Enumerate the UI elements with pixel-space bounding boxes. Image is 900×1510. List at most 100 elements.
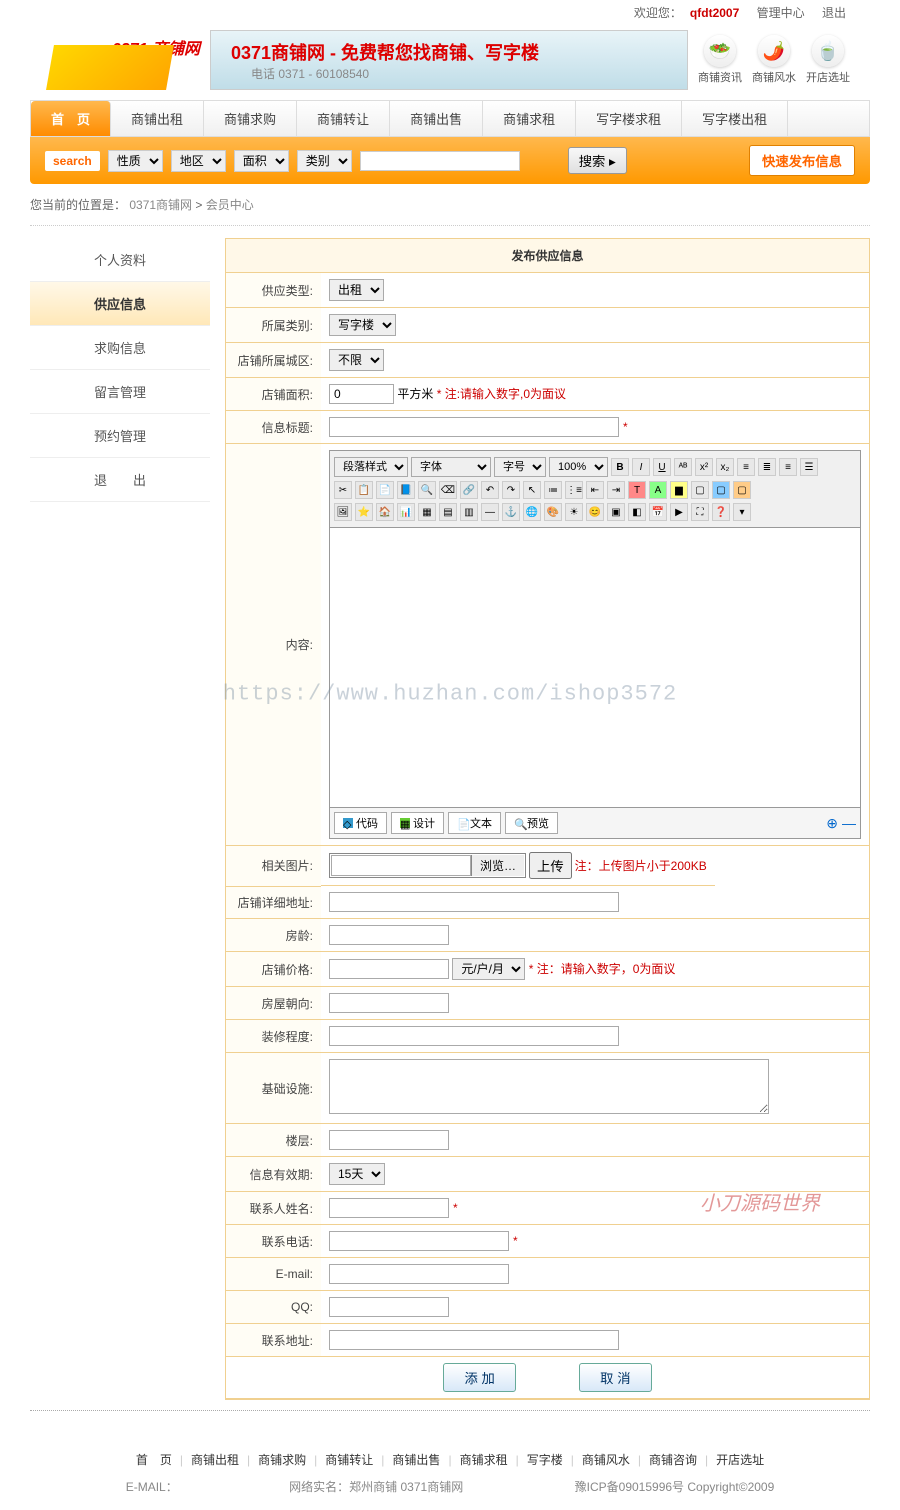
sidebar-item-4[interactable]: 预约管理 (30, 414, 210, 458)
redo-icon[interactable]: ↷ (502, 481, 520, 499)
ins-icon[interactable]: ▣ (607, 503, 625, 521)
nav-item-4[interactable]: 商铺出售 (390, 101, 483, 136)
table-icon[interactable]: ▦ (418, 503, 436, 521)
city-select[interactable]: 不限 (329, 349, 384, 371)
logout-link[interactable]: 退出 (822, 6, 846, 20)
ins2-icon[interactable]: ◧ (628, 503, 646, 521)
price-unit-select[interactable]: 元/户/月 (452, 958, 525, 980)
tab-design[interactable]: ▦设计 (391, 812, 444, 834)
tab-code[interactable]: ◇代码 (334, 812, 387, 834)
search-nature[interactable]: 性质 (108, 150, 163, 172)
ol-icon[interactable]: ≔ (544, 481, 562, 499)
header-icon-2[interactable]: 🍵开店选址 (806, 35, 850, 85)
table2-icon[interactable]: ▤ (439, 503, 457, 521)
nav-item-0[interactable]: 首 页 (31, 101, 111, 136)
footer-link-9[interactable]: 开店选址 (716, 1453, 764, 1467)
footer-link-0[interactable]: 首 页 (136, 1453, 172, 1467)
sidebar-item-3[interactable]: 留言管理 (30, 370, 210, 414)
nav-item-3[interactable]: 商铺转让 (297, 101, 390, 136)
search-input[interactable] (360, 151, 520, 171)
collapse-icon[interactable]: — (842, 815, 856, 832)
direction-input[interactable] (329, 993, 449, 1013)
strike-icon[interactable]: ᴬᴮ (674, 458, 692, 476)
outdent-icon[interactable]: ⇤ (586, 481, 604, 499)
align-right-icon[interactable]: ≡ (779, 458, 797, 476)
editor-textarea[interactable] (329, 528, 861, 808)
paste-word-icon[interactable]: 📘 (397, 481, 415, 499)
footer-link-8[interactable]: 商铺咨询 (649, 1453, 697, 1467)
valid-select[interactable]: 15天 (329, 1163, 385, 1185)
fav-icon[interactable]: ⭐ (355, 503, 373, 521)
sun-icon[interactable]: ☀ (565, 503, 583, 521)
nav-item-5[interactable]: 商铺求租 (483, 101, 576, 136)
search-button[interactable]: 搜索 ▸ (568, 147, 627, 174)
link-icon[interactable]: 🔗 (460, 481, 478, 499)
super-icon[interactable]: x² (695, 458, 713, 476)
search-area[interactable]: 面积 (234, 150, 289, 172)
header-icon-0[interactable]: 🥗商铺资讯 (698, 35, 742, 85)
sidebar-item-2[interactable]: 求购信息 (30, 326, 210, 370)
cut-icon[interactable]: ✂ (334, 481, 352, 499)
italic-icon[interactable]: I (632, 458, 650, 476)
chart-icon[interactable]: 📊 (397, 503, 415, 521)
category-select[interactable]: 写字楼 (329, 314, 396, 336)
nav-item-6[interactable]: 写字楼求租 (576, 101, 682, 136)
para-style-select[interactable]: 段落样式 (334, 457, 408, 477)
admin-link[interactable]: 管理中心 (757, 6, 805, 20)
header-icon-1[interactable]: 🌶️商铺风水 (752, 35, 796, 85)
footer-link-1[interactable]: 商铺出租 (191, 1453, 239, 1467)
media-icon[interactable]: ▶ (670, 503, 688, 521)
footer-link-3[interactable]: 商铺转让 (325, 1453, 373, 1467)
fontsize-select[interactable]: 字号 (494, 457, 546, 477)
age-input[interactable] (329, 925, 449, 945)
footer-link-6[interactable]: 写字楼 (527, 1453, 563, 1467)
name-input[interactable] (329, 1198, 449, 1218)
sub-icon[interactable]: x₂ (716, 458, 734, 476)
copy-icon[interactable]: 📋 (355, 481, 373, 499)
box3-icon[interactable]: ▢ (733, 481, 751, 499)
floor-input[interactable] (329, 1130, 449, 1150)
full-icon[interactable]: ⛶ (691, 503, 709, 521)
highlight-icon[interactable]: ▆ (670, 481, 688, 499)
ul-icon[interactable]: ⋮≡ (565, 481, 583, 499)
justify-icon[interactable]: ☰ (800, 458, 818, 476)
fgcolor-icon[interactable]: T (628, 481, 646, 499)
footer-link-4[interactable]: 商铺出售 (392, 1453, 440, 1467)
align-center-icon[interactable]: ≣ (758, 458, 776, 476)
indent-icon[interactable]: ⇥ (607, 481, 625, 499)
file-path-input[interactable] (331, 855, 471, 876)
hr-icon[interactable]: — (481, 503, 499, 521)
address-input[interactable] (329, 892, 619, 912)
home-icon[interactable]: 🏠 (376, 503, 394, 521)
zoom-select[interactable]: 100% (549, 457, 608, 477)
contact-addr-input[interactable] (329, 1330, 619, 1350)
smile-icon[interactable]: 😊 (586, 503, 604, 521)
box2-icon[interactable]: ▢ (712, 481, 730, 499)
sidebar-item-5[interactable]: 退 出 (30, 458, 210, 502)
qq-input[interactable] (329, 1297, 449, 1317)
breadcrumb-member[interactable]: 会员中心 (206, 198, 254, 212)
area-input[interactable] (329, 384, 394, 404)
sidebar-item-0[interactable]: 个人资料 (30, 238, 210, 282)
cancel-button[interactable]: 取 消 (579, 1363, 651, 1392)
nav-item-1[interactable]: 商铺出租 (111, 101, 204, 136)
image-icon[interactable]: 🖼 (334, 503, 352, 521)
search-category[interactable]: 类别 (297, 150, 352, 172)
clear-icon[interactable]: ⌫ (439, 481, 457, 499)
bgcolor-icon[interactable]: A (649, 481, 667, 499)
decoration-input[interactable] (329, 1026, 619, 1046)
price-input[interactable] (329, 959, 449, 979)
find-icon[interactable]: 🔍 (418, 481, 436, 499)
cursor-icon[interactable]: ↖ (523, 481, 541, 499)
box1-icon[interactable]: ▢ (691, 481, 709, 499)
browse-button[interactable]: 浏览… (471, 855, 524, 876)
footer-link-2[interactable]: 商铺求购 (258, 1453, 306, 1467)
title-input[interactable] (329, 417, 619, 437)
tab-text[interactable]: 📄文本 (448, 812, 501, 834)
globe-icon[interactable]: 🌐 (523, 503, 541, 521)
upload-button[interactable]: 上传 (529, 852, 572, 879)
undo-icon[interactable]: ↶ (481, 481, 499, 499)
breadcrumb-home[interactable]: 0371商铺网 (129, 198, 192, 212)
add-button[interactable]: 添 加 (443, 1363, 515, 1392)
search-region[interactable]: 地区 (171, 150, 226, 172)
